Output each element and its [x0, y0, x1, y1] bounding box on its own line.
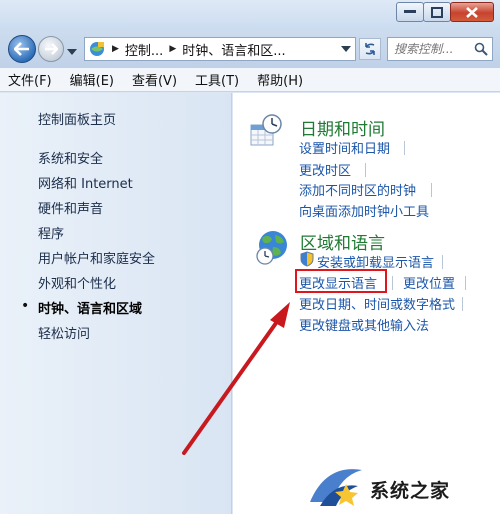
breadcrumb-clock-region[interactable]: 时钟、语言和区...: [182, 40, 285, 59]
menu-help[interactable]: 帮助(H): [257, 70, 303, 89]
left-nav-pane: 控制面板主页 系统和安全 网络和 Internet 硬件和声音 程序 用户帐户和…: [0, 93, 232, 514]
globe-icon[interactable]: [255, 229, 293, 267]
nav-item-clock-language-region[interactable]: 时钟、语言和区域: [38, 297, 155, 322]
minimize-button[interactable]: [396, 2, 424, 22]
search-input[interactable]: [394, 42, 472, 56]
current-item-bullet: •: [21, 298, 30, 314]
change-date-time-format-link[interactable]: 更改日期、时间或数字格式: [299, 294, 455, 313]
forward-button[interactable]: [38, 36, 64, 62]
link-separator: [465, 276, 466, 290]
breadcrumb-separator: ▶: [169, 44, 177, 54]
back-button[interactable]: [8, 35, 36, 63]
nav-item-network-internet[interactable]: 网络和 Internet: [38, 172, 155, 197]
link-separator: [392, 276, 393, 290]
link-separator: [404, 141, 405, 155]
highlight-box: [295, 269, 387, 293]
change-location-link[interactable]: 更改位置: [403, 273, 455, 292]
close-icon: [466, 6, 478, 18]
back-arrow-icon: [14, 42, 29, 56]
search-box[interactable]: [387, 37, 493, 61]
watermark-text: 系统之家: [370, 480, 451, 502]
window-controls: [396, 2, 494, 22]
add-clock-gadget-link[interactable]: 向桌面添加时钟小工具: [299, 201, 429, 220]
control-panel-home-link[interactable]: 控制面板主页: [38, 109, 116, 128]
link-separator: [431, 183, 432, 197]
date-time-icon[interactable]: [249, 113, 283, 149]
minimize-icon: [404, 10, 416, 13]
search-icon[interactable]: [474, 42, 488, 56]
title-bar: [0, 0, 500, 30]
nav-item-user-accounts[interactable]: 用户帐户和家庭安全: [38, 247, 155, 272]
nav-item-programs[interactable]: 程序: [38, 222, 155, 247]
watermark-logo-icon: [310, 469, 362, 506]
chevron-down-icon: [67, 49, 77, 55]
category-list: 系统和安全 网络和 Internet 硬件和声音 程序 用户帐户和家庭安全 外观…: [38, 147, 155, 347]
nav-item-ease-of-access[interactable]: 轻松访问: [38, 322, 155, 347]
breadcrumb-control-panel[interactable]: 控制...: [125, 40, 163, 59]
set-time-date-link[interactable]: 设置时间和日期: [299, 138, 390, 157]
refresh-icon: [365, 43, 375, 55]
menu-tools[interactable]: 工具(T): [195, 70, 239, 89]
breadcrumb-separator: ▶: [112, 44, 119, 54]
link-separator: [462, 297, 463, 311]
shield-icon: [300, 251, 314, 267]
change-keyboard-input-link[interactable]: 更改键盘或其他输入法: [299, 315, 429, 334]
address-bar[interactable]: ▶ 控制... ▶ 时钟、语言和区...: [84, 37, 356, 61]
nav-item-system-security[interactable]: 系统和安全: [38, 147, 155, 172]
menu-view[interactable]: 查看(V): [132, 70, 177, 89]
forward-arrow-icon: [45, 43, 58, 55]
date-time-title[interactable]: 日期和时间: [300, 115, 385, 140]
menu-edit[interactable]: 编辑(E): [70, 70, 114, 89]
nav-item-hardware-sound[interactable]: 硬件和声音: [38, 197, 155, 222]
refresh-button[interactable]: [359, 38, 381, 60]
navigation-bar: ▶ 控制... ▶ 时钟、语言和区...: [0, 30, 500, 68]
content-pane: 日期和时间 设置时间和日期 更改时区 添加不同时区的时钟 向桌面添加时钟小工具 …: [233, 93, 500, 514]
control-panel-icon: [90, 42, 104, 56]
menu-bar: 文件(F) 编辑(E) 查看(V) 工具(T) 帮助(H): [0, 68, 500, 92]
link-separator: [365, 163, 366, 177]
maximize-button[interactable]: [423, 2, 451, 22]
watermark: 系统之家: [300, 458, 500, 514]
menu-file[interactable]: 文件(F): [8, 70, 52, 89]
link-separator: [442, 255, 443, 269]
nav-item-appearance[interactable]: 外观和个性化: [38, 272, 155, 297]
change-timezone-link[interactable]: 更改时区: [299, 160, 351, 179]
add-clocks-link[interactable]: 添加不同时区的时钟: [299, 180, 416, 199]
close-button[interactable]: [450, 2, 494, 22]
chevron-down-icon[interactable]: [341, 46, 351, 52]
recent-pages-dropdown[interactable]: [67, 44, 77, 59]
maximize-icon: [431, 6, 443, 18]
